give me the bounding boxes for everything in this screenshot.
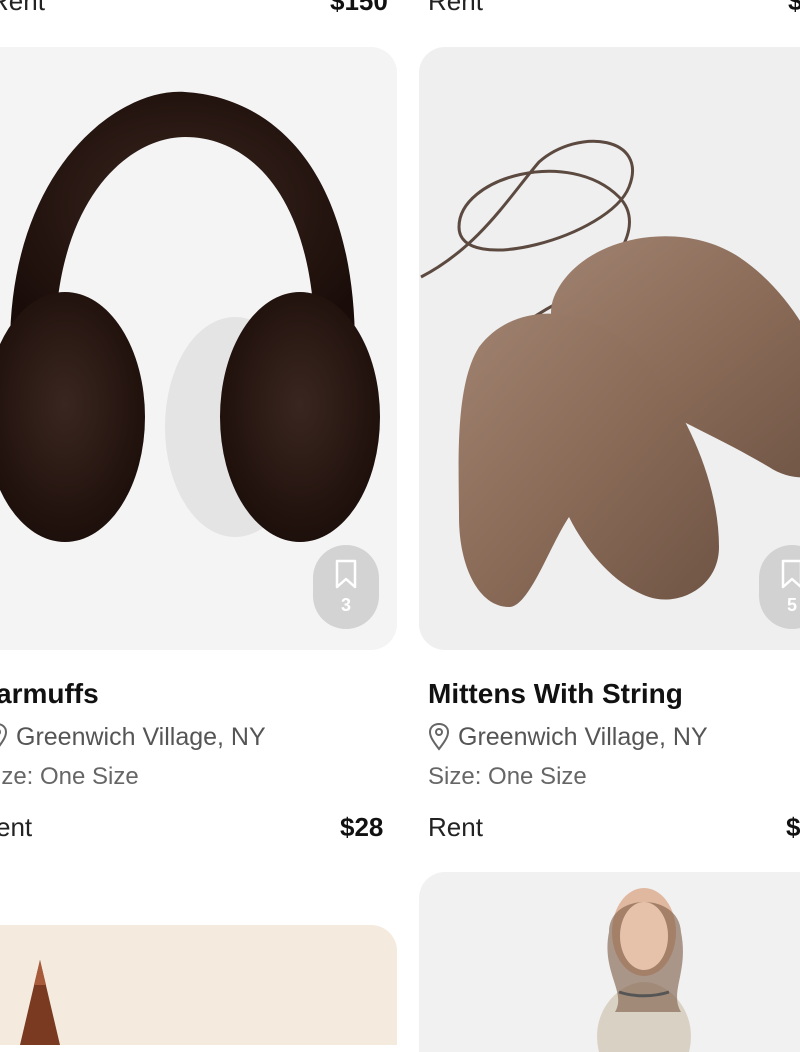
product-size: Size: One Size — [428, 763, 587, 790]
location-pin-icon — [0, 723, 8, 747]
product-location: Greenwich Village, NY — [428, 722, 708, 752]
bookmark-count: 3 — [340, 594, 351, 615]
prev-item-rent-label: Rent — [0, 0, 45, 16]
bookmark-icon — [781, 559, 800, 588]
bookmark-count: 5 — [786, 594, 797, 615]
product-size: ize: One Size — [0, 763, 139, 790]
bookmark-icon — [335, 559, 357, 588]
rent-label: Rent — [428, 812, 483, 842]
bookmark-button[interactable]: 3 — [313, 545, 379, 629]
location-pin-icon — [428, 722, 450, 751]
product-price: $28 — [340, 812, 384, 842]
product-card-next-right[interactable] — [419, 872, 800, 1052]
mittens-image — [420, 139, 800, 607]
product-card-earmuffs[interactable]: 3 — [0, 47, 397, 650]
location-text: Greenwich Village, NY — [458, 722, 708, 751]
product-card-next-left[interactable] — [0, 925, 397, 1045]
prev-item-rent-label-right: Rent — [428, 0, 483, 16]
product-card-mittens[interactable]: 5 — [419, 47, 800, 650]
product-location: Greenwich Village, NY — [0, 722, 266, 752]
prev-item-price-right: $ — [788, 0, 800, 16]
product-title[interactable]: armuffs — [0, 678, 99, 710]
product-image — [597, 888, 691, 1052]
bookmark-button[interactable]: 5 — [759, 545, 800, 629]
product-title[interactable]: Mittens With String — [428, 678, 683, 710]
rent-label: ent — [0, 812, 33, 842]
prev-item-price: $150 — [330, 0, 388, 16]
product-image — [20, 960, 60, 1045]
location-text: Greenwich Village, NY — [16, 722, 266, 751]
product-price: $ — [786, 812, 800, 842]
